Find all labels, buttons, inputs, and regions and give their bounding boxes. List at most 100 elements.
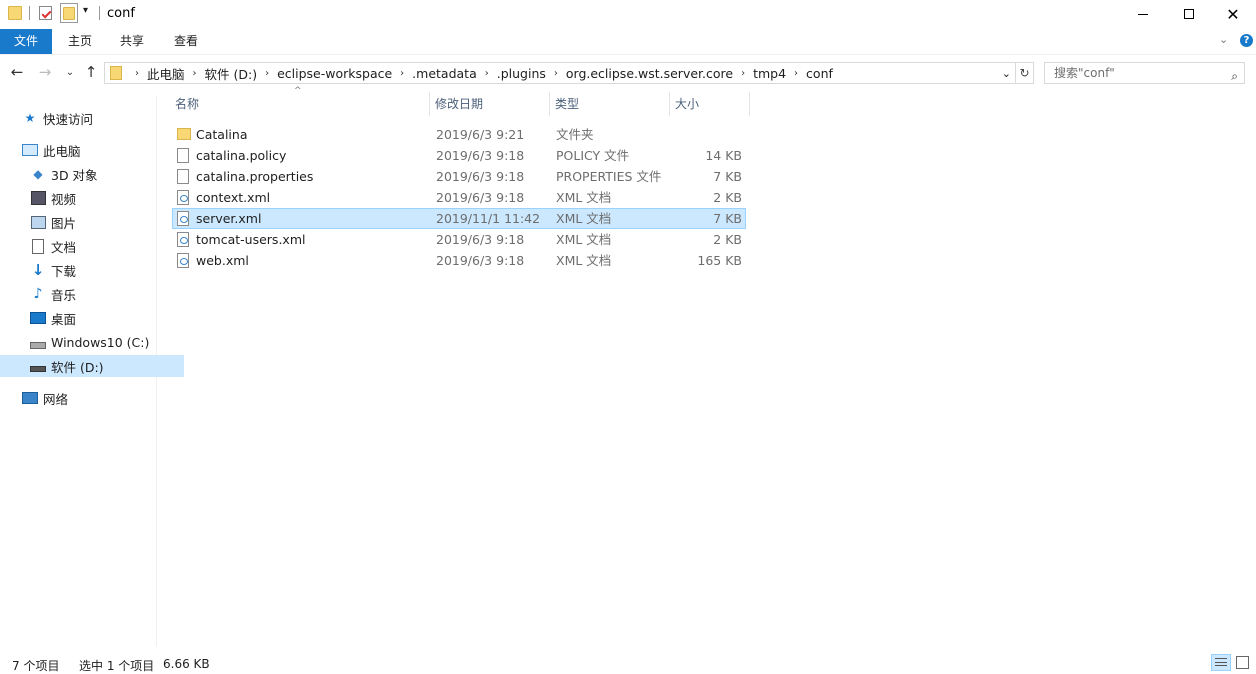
sidebar-item-pictures[interactable]: 图片: [0, 211, 184, 233]
table-row[interactable]: catalina.policy 2019/6/3 9:18 POLICY 文件 …: [172, 145, 746, 166]
title-bar: ▾ conf ✕: [0, 0, 1256, 28]
tab-view[interactable]: 查看: [161, 29, 211, 54]
tab-file[interactable]: 文件: [0, 29, 52, 54]
cube-icon: ◆: [33, 167, 43, 181]
breadcrumb-metadata[interactable]: .metadata: [409, 66, 480, 81]
file-name: web.xml: [196, 253, 249, 268]
file-icon: [177, 169, 189, 184]
xml-file-icon: [177, 211, 189, 226]
file-modified: 2019/6/3 9:18: [436, 253, 525, 268]
close-button[interactable]: ✕: [1210, 0, 1256, 28]
up-button[interactable]: ↑: [82, 63, 100, 81]
table-row[interactable]: tomcat-users.xml 2019/6/3 9:18 XML 文档 2 …: [172, 229, 746, 250]
breadcrumb-drive-d[interactable]: 软件 (D:): [202, 64, 261, 83]
sidebar-item-label: 文档: [51, 239, 77, 255]
table-row[interactable]: context.xml 2019/6/3 9:18 XML 文档 2 KB: [172, 187, 746, 208]
table-row-selected[interactable]: server.xml 2019/11/1 11:42 XML 文档 7 KB: [172, 208, 746, 229]
drive-icon: [30, 334, 46, 350]
breadcrumb-conf[interactable]: conf: [803, 66, 836, 81]
sidebar-item-label: 视频: [51, 191, 77, 207]
file-type: 文件夹: [556, 127, 594, 142]
properties-icon[interactable]: [39, 5, 53, 21]
file-type: PROPERTIES 文件: [556, 169, 662, 184]
large-icons-view-button[interactable]: [1236, 656, 1249, 669]
file-modified: 2019/6/3 9:18: [436, 190, 525, 205]
file-name: catalina.properties: [196, 169, 314, 184]
sidebar-item-drive-c[interactable]: Windows10 (C:): [0, 331, 184, 353]
recent-locations-button[interactable]: ⌄: [61, 63, 79, 81]
chevron-right-icon: ›: [741, 67, 746, 79]
sidebar-item-label: 3D 对象: [51, 167, 98, 183]
navigation-pane: ★ 快速访问 此电脑 ◆ 3D 对象 视频 图片 文档 ↓ 下载 ♪ 音乐 桌面…: [0, 96, 184, 646]
sidebar-item-videos[interactable]: 视频: [0, 187, 184, 209]
file-modified: 2019/6/3 9:18: [436, 169, 525, 184]
sidebar-item-label: 音乐: [51, 287, 77, 303]
column-header-name[interactable]: 名称: [170, 92, 430, 116]
table-row[interactable]: web.xml 2019/6/3 9:18 XML 文档 165 KB: [172, 250, 746, 271]
sidebar-item-desktop[interactable]: 桌面: [0, 307, 184, 329]
search-input[interactable]: 搜索"conf" ⌕: [1044, 62, 1245, 84]
sidebar-item-drive-d[interactable]: 软件 (D:): [0, 355, 184, 377]
file-type: POLICY 文件: [556, 148, 630, 163]
sidebar-item-quick-access[interactable]: ★ 快速访问: [0, 107, 176, 129]
tab-home[interactable]: 主页: [56, 29, 104, 54]
video-icon: [30, 190, 46, 206]
sidebar-item-label: Windows10 (C:): [51, 334, 150, 350]
new-folder-icon[interactable]: [60, 3, 78, 23]
minimize-button[interactable]: [1120, 0, 1166, 28]
file-type: XML 文档: [556, 190, 612, 205]
forward-button[interactable]: →: [36, 63, 54, 81]
sidebar-item-3d-objects[interactable]: ◆ 3D 对象: [0, 163, 184, 185]
sidebar-item-network[interactable]: 网络: [0, 387, 176, 409]
maximize-button[interactable]: [1166, 0, 1212, 28]
column-header-modified[interactable]: 修改日期: [430, 92, 550, 116]
sidebar-item-label: 网络: [43, 391, 69, 407]
column-headers: ^ 名称 修改日期 类型 大小: [170, 86, 750, 116]
sidebar-item-documents[interactable]: 文档: [0, 235, 184, 257]
sidebar-item-downloads[interactable]: ↓ 下载: [0, 259, 184, 281]
sidebar-item-label: 桌面: [51, 311, 77, 327]
music-icon: ♪: [33, 286, 43, 302]
file-type: XML 文档: [556, 232, 612, 247]
table-row[interactable]: catalina.properties 2019/6/3 9:18 PROPER…: [172, 166, 746, 187]
breadcrumb-tmp4[interactable]: tmp4: [750, 66, 789, 81]
tab-share[interactable]: 共享: [108, 29, 156, 54]
file-type: XML 文档: [556, 253, 612, 268]
details-view-button[interactable]: [1211, 654, 1231, 671]
drive-icon: [30, 358, 46, 374]
file-size: 7 KB: [713, 211, 742, 226]
sidebar-item-label: 下载: [51, 263, 77, 279]
breadcrumb-eclipse-workspace[interactable]: eclipse-workspace: [274, 66, 395, 81]
sidebar-item-music[interactable]: ♪ 音乐: [0, 283, 184, 305]
breadcrumb-this-pc[interactable]: 此电脑: [144, 64, 188, 83]
folder-icon: [8, 5, 22, 21]
chevron-right-icon: ›: [794, 67, 799, 79]
breadcrumb-plugins[interactable]: .plugins: [494, 66, 549, 81]
table-row[interactable]: Catalina 2019/6/3 9:21 文件夹: [172, 124, 746, 145]
column-header-size[interactable]: 大小: [670, 92, 750, 116]
computer-icon: [22, 142, 38, 158]
item-count: 7 个项目: [12, 659, 60, 673]
file-size: 2 KB: [713, 190, 742, 205]
chevron-right-icon: ›: [192, 67, 197, 79]
help-icon[interactable]: ?: [1240, 34, 1253, 47]
address-row: ← → ⌄ ↑ › 此电脑 › 软件 (D:) › eclipse-worksp…: [0, 58, 1256, 88]
address-bar[interactable]: › 此电脑 › 软件 (D:) › eclipse-workspace › .m…: [104, 62, 1016, 84]
window-title: conf: [107, 6, 135, 21]
chevron-right-icon: ›: [265, 67, 270, 79]
file-type: XML 文档: [556, 211, 612, 226]
chevron-right-icon: ›: [135, 67, 139, 79]
ribbon: 文件 主页 共享 查看 ⌄ ?: [0, 29, 1256, 55]
sidebar-item-label: 图片: [51, 215, 77, 231]
network-icon: [22, 390, 38, 406]
column-header-type[interactable]: 类型: [550, 92, 670, 116]
desktop-icon: [30, 310, 46, 326]
sidebar-item-this-pc[interactable]: 此电脑: [0, 139, 176, 161]
back-button[interactable]: ←: [8, 63, 26, 81]
expand-ribbon-icon[interactable]: ⌄: [1219, 33, 1228, 46]
customize-toolbar-icon[interactable]: ▾: [83, 5, 88, 16]
address-dropdown-icon[interactable]: ⌄: [1002, 67, 1011, 80]
breadcrumb-server-core[interactable]: org.eclipse.wst.server.core: [563, 66, 736, 81]
refresh-button[interactable]: ↻: [1016, 62, 1034, 84]
divider: [99, 6, 100, 20]
